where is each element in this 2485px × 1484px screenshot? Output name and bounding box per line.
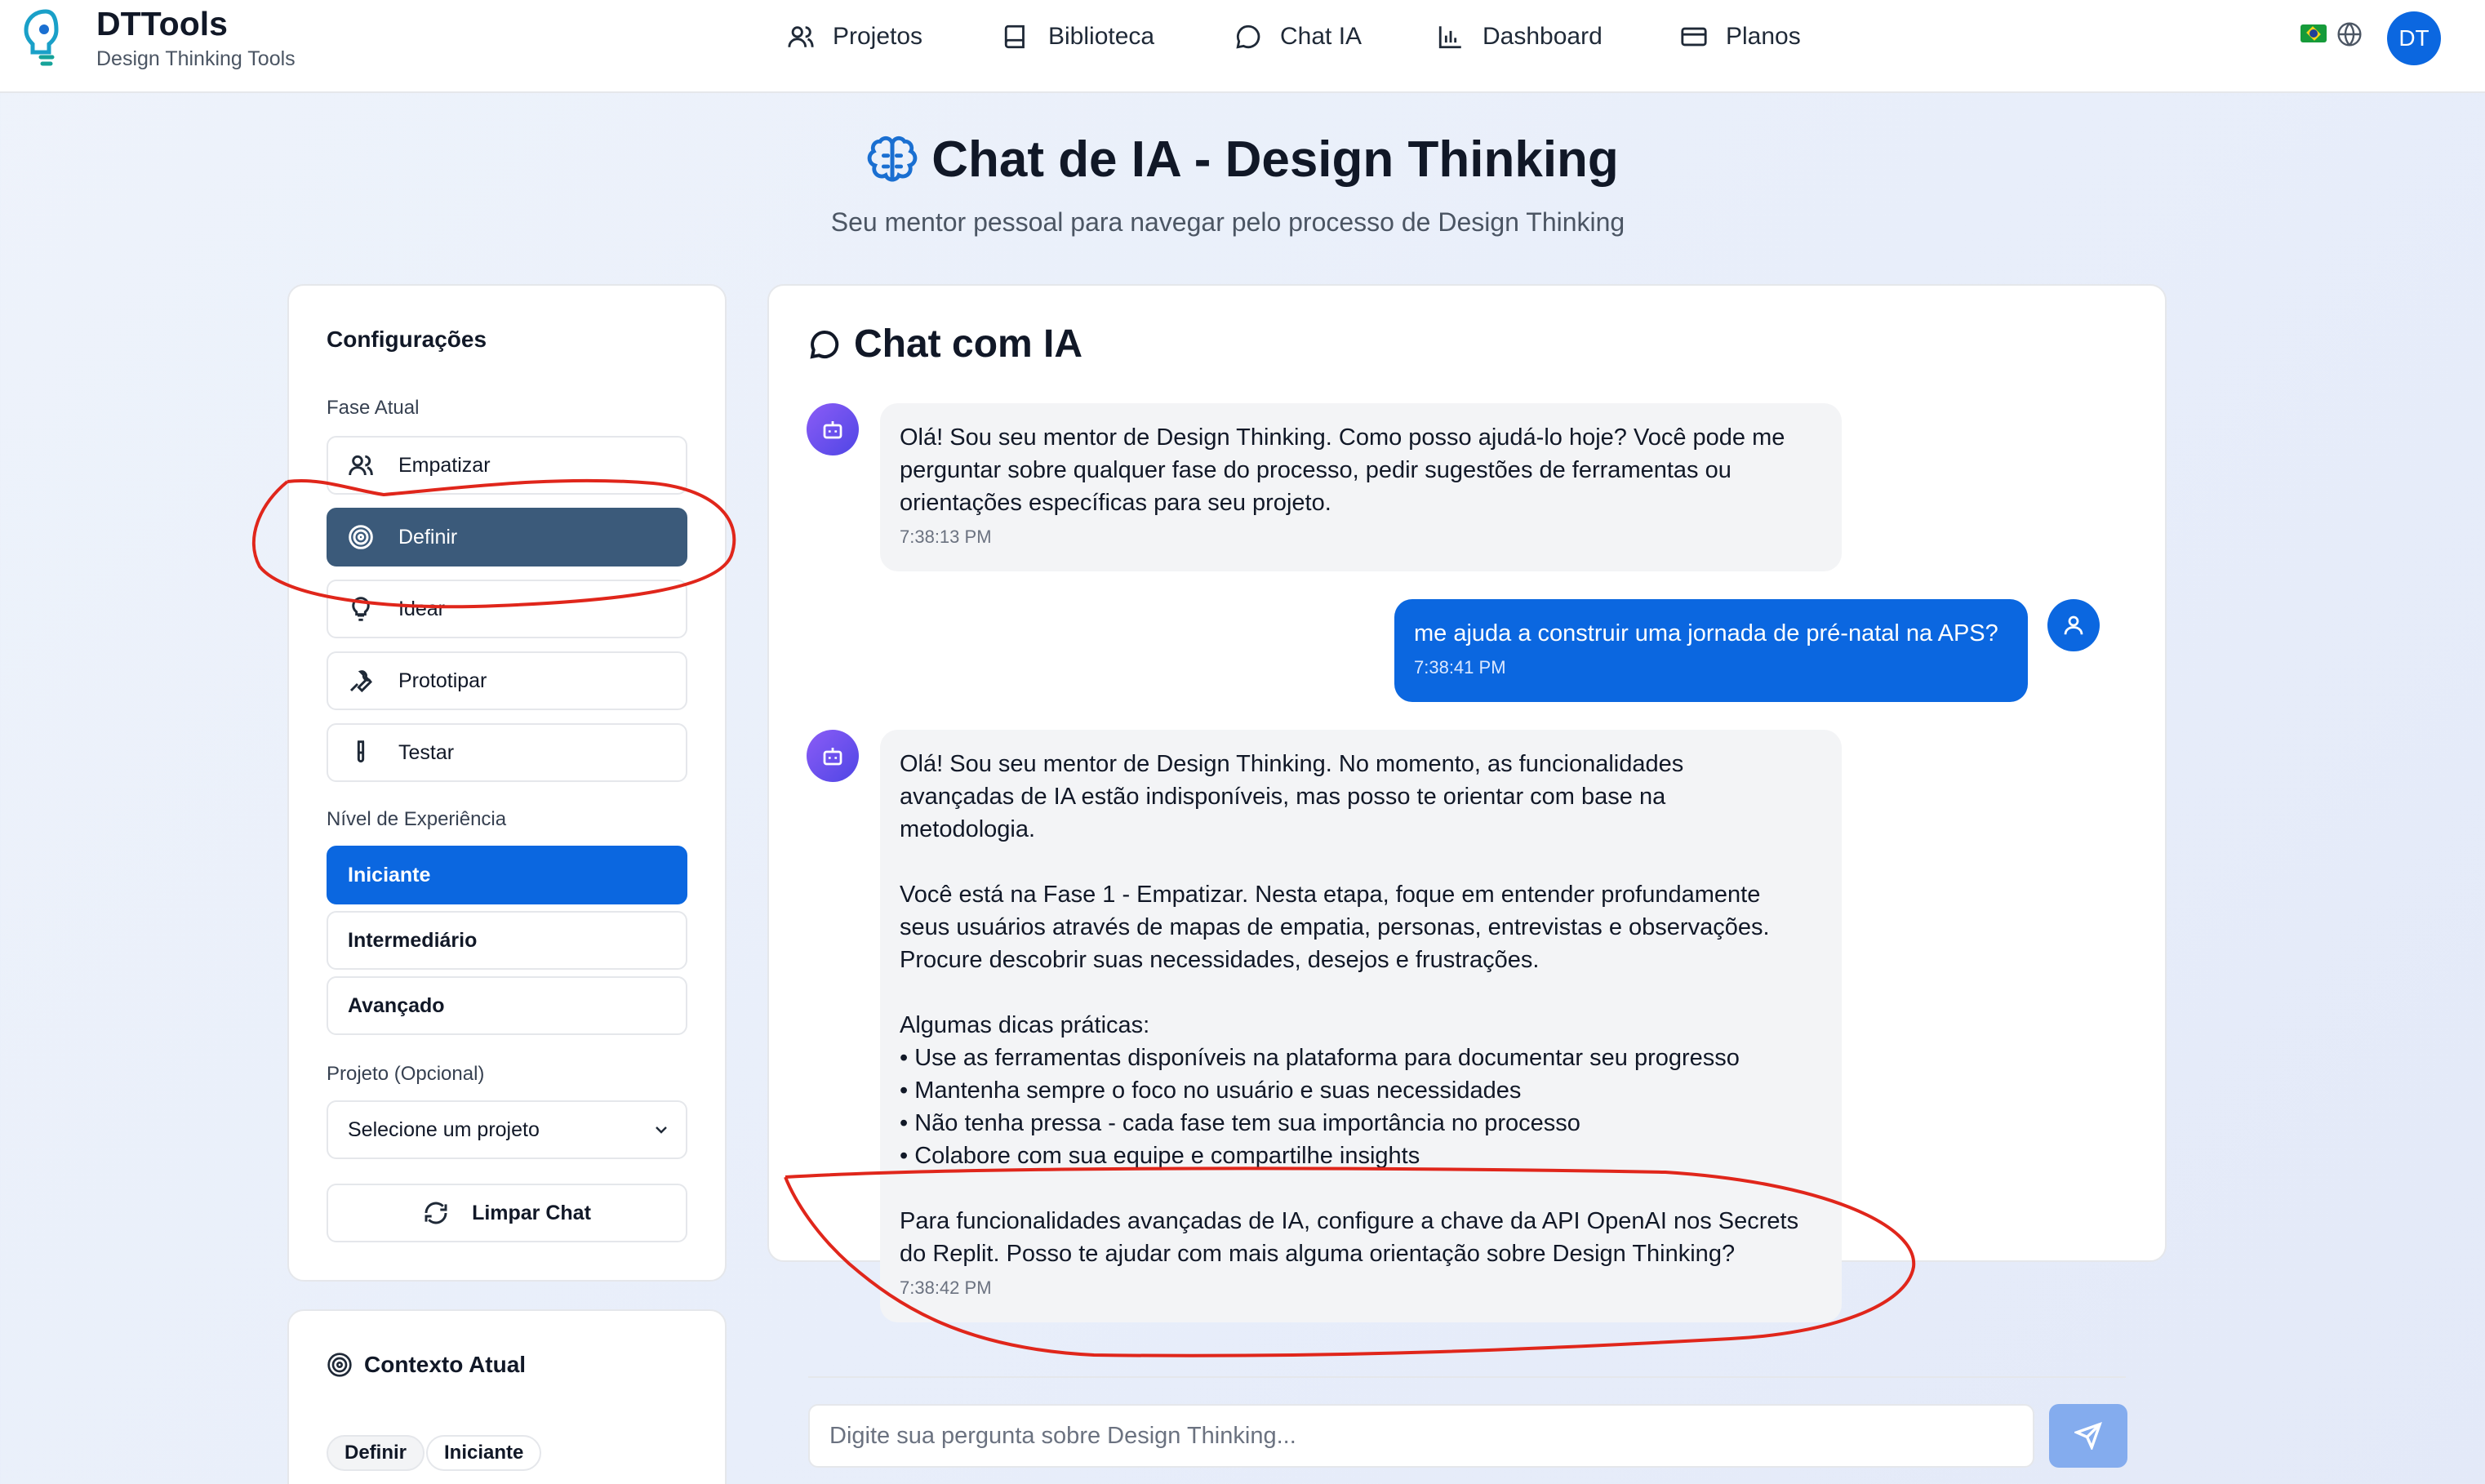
phase-testar[interactable]: Testar (327, 723, 687, 782)
message-text: Olá! Sou seu mentor de Design Thinking. … (900, 751, 1799, 1267)
phase-label-text: Prototipar (398, 669, 487, 692)
refresh-icon (425, 1202, 447, 1224)
phase-prototipar[interactable]: Prototipar (327, 651, 687, 710)
page-subtitle: Seu mentor pessoal para navegar pelo pro… (830, 207, 1625, 237)
nav-label: Planos (1726, 23, 1801, 50)
chat-bubble-icon (810, 330, 839, 359)
phase-label-text: Testar (398, 740, 455, 764)
nav-biblioteca[interactable]: Biblioteca (1002, 18, 1154, 56)
user-message-avatar (2047, 599, 2100, 651)
nav-projetos[interactable]: Projetos (787, 18, 922, 56)
user-avatar[interactable]: DT (2387, 11, 2441, 65)
nav-chat-ia[interactable]: Chat IA (1234, 18, 1362, 56)
globe-icon[interactable] (2336, 21, 2363, 47)
bot-avatar (807, 403, 859, 455)
chat-bubble-icon (1236, 24, 1260, 49)
settings-heading: Configurações (327, 327, 487, 352)
bot-message: Olá! Sou seu mentor de Design Thinking. … (880, 403, 1842, 571)
level-avancado[interactable]: Avançado (327, 976, 687, 1035)
page-title-text: Chat de IA - Design Thinking (931, 131, 1619, 188)
phase-definir[interactable]: Definir (327, 508, 687, 566)
clear-chat-label: Limpar Chat (472, 1201, 591, 1224)
brazil-flag-icon[interactable] (2301, 24, 2327, 42)
test-tube-icon (357, 740, 365, 763)
project-select-value: Selecione um projeto (348, 1117, 540, 1141)
clear-chat-button[interactable]: Limpar Chat (327, 1184, 687, 1242)
context-heading-text: Contexto Atual (364, 1352, 527, 1377)
context-chip-phase: Definir (327, 1435, 425, 1471)
bot-message: Olá! Sou seu mentor de Design Thinking. … (880, 730, 1842, 1322)
send-button[interactable] (2049, 1404, 2127, 1468)
phase-label-text: Definir (398, 525, 458, 549)
phase-label-text: Empatizar (398, 453, 491, 477)
nav-dashboard[interactable]: Dashboard (1437, 18, 1603, 56)
nav-label: Biblioteca (1048, 23, 1155, 50)
brand-tagline: Design Thinking Tools (96, 47, 296, 70)
chevron-down-icon (656, 1126, 667, 1134)
page-header: Chat de IA - Design Thinking (0, 131, 2485, 190)
chat-heading-text: Chat com IA (854, 322, 1083, 366)
context-chip-level: Iniciante (426, 1435, 542, 1471)
chat-divider (808, 1376, 2126, 1378)
chat-heading: Chat com IA (808, 322, 1082, 367)
send-icon (2074, 1422, 2102, 1450)
phase-label: Fase Atual (327, 397, 420, 419)
top-navigation-bar: DTTools Design Thinking Tools Projetos B… (0, 0, 2485, 93)
user-icon (2064, 615, 2083, 635)
phase-label-text: Idear (398, 597, 445, 620)
lightbulb-head-logo[interactable] (21, 8, 70, 70)
page-title: Chat de IA - Design Thinking (866, 131, 1619, 189)
level-intermediario[interactable]: Intermediário (327, 911, 687, 970)
users-icon (349, 455, 373, 476)
phase-empatizar[interactable]: Empatizar (327, 436, 687, 495)
phase-idear[interactable]: Idear (327, 580, 687, 638)
level-iniciante[interactable]: Iniciante (327, 846, 687, 904)
credit-card-icon (1681, 27, 1707, 47)
target-icon (327, 1353, 352, 1377)
nav-planos[interactable]: Planos (1680, 18, 1801, 56)
nav-label: Dashboard (1483, 23, 1603, 50)
bot-icon (823, 748, 842, 766)
message-text: me ajuda a construir uma jornada de pré-… (1414, 620, 1998, 646)
chat-input[interactable] (808, 1404, 2034, 1468)
experience-label: Nível de Experiência (327, 808, 507, 830)
nav-label: Projetos (833, 23, 923, 50)
message-timestamp: 7:38:42 PM (900, 1277, 992, 1298)
brain-icon (867, 136, 918, 181)
wrench-icon (349, 670, 372, 693)
project-label: Projeto (Opcional) (327, 1063, 485, 1085)
project-select[interactable]: Selecione um projeto (327, 1100, 687, 1159)
user-message: me ajuda a construir uma jornada de pré-… (1394, 599, 2028, 702)
book-icon (1004, 24, 1025, 49)
message-timestamp: 7:38:41 PM (1414, 657, 1506, 678)
target-icon (349, 525, 373, 549)
users-icon (788, 26, 814, 47)
bar-chart-icon (1438, 26, 1461, 49)
bot-icon (823, 421, 842, 439)
message-timestamp: 7:38:13 PM (900, 527, 992, 547)
bot-avatar (807, 730, 859, 782)
brand-name[interactable]: DTTools (96, 5, 228, 43)
message-text: Olá! Sou seu mentor de Design Thinking. … (900, 424, 1785, 516)
lightbulb-icon (352, 597, 370, 621)
context-heading: Contexto Atual (327, 1352, 526, 1378)
nav-label: Chat IA (1280, 23, 1363, 50)
